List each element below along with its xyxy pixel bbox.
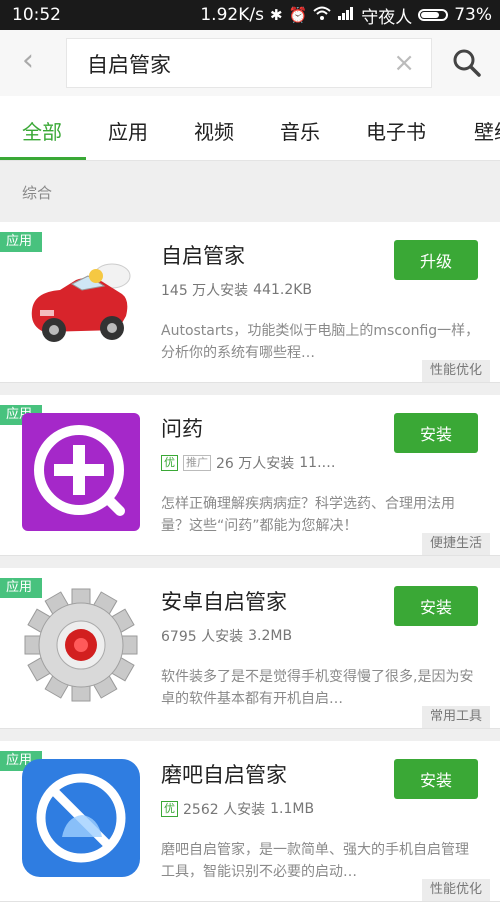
app-title[interactable]: 自启管家 xyxy=(161,240,245,270)
tab-apps[interactable]: 应用 xyxy=(108,116,148,145)
app-size: 441.2KB xyxy=(253,282,313,298)
status-time: 10:52 xyxy=(12,5,61,25)
install-count: 2562 人安装 xyxy=(183,802,266,818)
category-tag: 性能优化 xyxy=(421,879,490,901)
app-size: 3.2MB xyxy=(248,628,293,644)
app-meta: 优 推广 26 万人安装 11.… xyxy=(161,453,336,473)
search-query[interactable]: 自启管家 xyxy=(87,49,171,79)
clear-icon[interactable]: × xyxy=(393,48,415,78)
category-tag: 便捷生活 xyxy=(421,533,490,555)
result-card[interactable]: 应用 安卓自启管家 6795 人安装 3.2MB 软件装多了是不是觉得手机变得慢… xyxy=(0,568,500,729)
install-button[interactable]: 安装 xyxy=(394,759,478,799)
promo-badge: 推广 xyxy=(183,455,211,471)
search-icon[interactable] xyxy=(452,48,482,78)
app-meta: 优 2562 人安装 1.1MB xyxy=(161,799,314,819)
active-tab-indicator xyxy=(0,157,86,160)
quality-badge: 优 xyxy=(161,455,178,471)
install-count: 26 万人安装 xyxy=(216,456,295,472)
category-tabs: 全部 应用 视频 音乐 电子书 壁纸 xyxy=(0,96,500,161)
network-speed: 1.92K/s xyxy=(200,5,264,25)
app-size: 11.… xyxy=(299,455,336,471)
search-input[interactable]: 自启管家 × xyxy=(66,38,432,88)
red-car-icon[interactable] xyxy=(22,240,140,358)
quality-badge: 优 xyxy=(161,801,178,817)
medicine-plus-icon[interactable] xyxy=(22,413,140,531)
app-description: Autostarts，功能类似于电脑上的msconfig一样，分析你的系统有哪些… xyxy=(161,323,480,361)
result-card[interactable]: 应用 自启管家 145 万人安装 441.2KB Autostarts，功能类似… xyxy=(0,222,500,383)
app-description: 软件装多了是不是觉得手机变得慢了很多,是因为安卓的软件基本都有开机自启… xyxy=(161,669,474,707)
signal-icon xyxy=(337,6,355,24)
app-description: 怎样正确理解疾病病症？科学选药、合理用法用量？这些“问药”都能为您解决！ xyxy=(161,496,455,534)
section-header: 综合 xyxy=(22,184,53,202)
result-card[interactable]: 应用 磨吧自启管家 优 2562 人安装 1.1MB 磨吧自启管家，是一款简单、… xyxy=(0,741,500,902)
install-count: 6795 人安装 xyxy=(161,629,244,645)
install-button[interactable]: 安装 xyxy=(394,586,478,626)
blocked-android-icon[interactable] xyxy=(22,759,140,877)
back-arrow-icon[interactable]: ‹ xyxy=(22,46,34,76)
app-meta: 6795 人安装 3.2MB xyxy=(161,626,292,646)
category-tag: 性能优化 xyxy=(421,360,490,382)
alarm-icon: ⏰ xyxy=(288,6,308,24)
tab-video[interactable]: 视频 xyxy=(194,116,234,145)
app-title[interactable]: 问药 xyxy=(161,413,203,443)
gear-icon[interactable] xyxy=(22,586,140,704)
carrier-name: 守夜人 xyxy=(361,7,413,28)
app-meta: 145 万人安装 441.2KB xyxy=(161,280,312,300)
bluetooth-icon: ✱ xyxy=(269,6,283,24)
wifi-icon xyxy=(313,6,331,24)
app-size: 1.1MB xyxy=(270,801,315,817)
app-title[interactable]: 磨吧自启管家 xyxy=(161,759,287,789)
app-title[interactable]: 安卓自启管家 xyxy=(161,586,287,616)
app-description: 磨吧自启管家，是一款简单、强大的手机自启管理工具，智能识别不必要的启动… xyxy=(161,842,469,880)
tab-ebook[interactable]: 电子书 xyxy=(366,116,426,145)
upgrade-button[interactable]: 升级 xyxy=(394,240,478,280)
category-tag: 常用工具 xyxy=(421,706,490,728)
install-button[interactable]: 安装 xyxy=(394,413,478,453)
install-count: 145 万人安装 xyxy=(161,283,249,299)
tab-wallpaper[interactable]: 壁纸 xyxy=(474,116,500,145)
battery-icon xyxy=(418,9,449,21)
search-bar: ‹ 自启管家 × xyxy=(0,30,500,96)
tab-music[interactable]: 音乐 xyxy=(280,116,320,145)
tab-all[interactable]: 全部 xyxy=(22,116,62,145)
battery-percent: 73% xyxy=(454,5,492,25)
result-card[interactable]: 应用 问药 优 推广 26 万人安装 11.… 怎样正确理解疾病病症？科学选药、… xyxy=(0,395,500,556)
status-bar: 10:52 1.92K/s ✱ ⏰ 守夜人 73% xyxy=(0,0,500,30)
